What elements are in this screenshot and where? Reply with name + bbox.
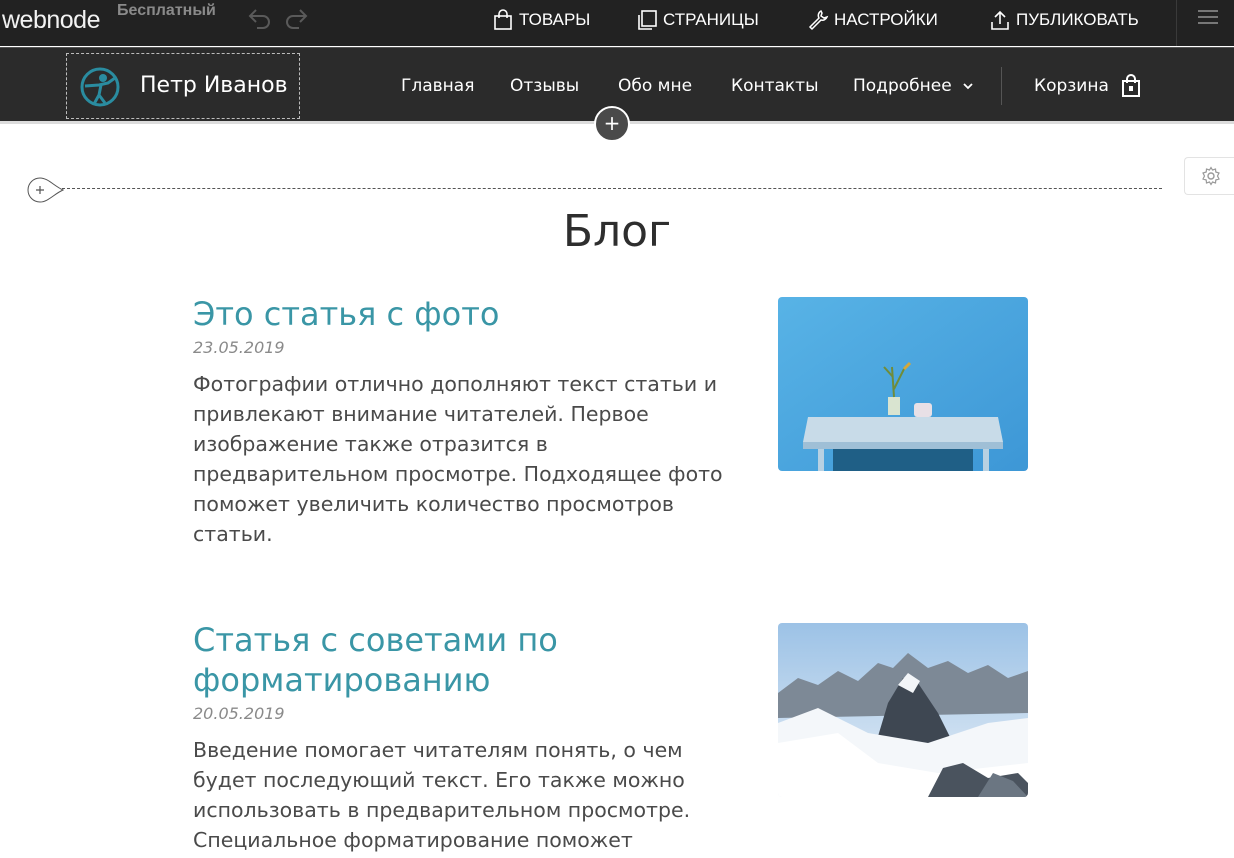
undo-icon[interactable]: [245, 6, 273, 32]
settings-menu-button[interactable]: НАСТРОЙКИ: [807, 0, 938, 40]
nav-item-home[interactable]: Главная: [401, 76, 474, 96]
gear-icon: [1201, 166, 1220, 186]
products-menu-button[interactable]: ТОВАРЫ: [492, 0, 590, 40]
settings-menu-label: НАСТРОЙКИ: [834, 10, 938, 29]
blog-article: Это статья с фото 23.05.2019 Фотографии …: [193, 294, 1028, 549]
section-divider: [62, 188, 1162, 189]
site-title: Петр Иванов: [140, 73, 288, 98]
logo-block[interactable]: Петр Иванов: [66, 53, 300, 119]
pages-icon: [638, 10, 657, 30]
article-excerpt: Введение помогает читателям понять, о че…: [193, 738, 691, 852]
nav-item-reviews[interactable]: Отзывы: [510, 76, 579, 96]
nav-item-more[interactable]: Подробнее: [853, 76, 973, 96]
plan-badge[interactable]: Бесплатный: [117, 2, 216, 20]
publish-label: ПУБЛИКОВАТЬ: [1016, 10, 1139, 29]
nav-item-contacts[interactable]: Контакты: [731, 76, 819, 96]
upload-icon: [991, 10, 1009, 30]
cart-label: Корзина: [1034, 76, 1109, 96]
article-title-link[interactable]: Статья с советами по форматированию: [193, 620, 733, 700]
person-logo-icon: [80, 67, 120, 107]
products-menu-label: ТОВАРЫ: [519, 10, 591, 29]
article-title-link[interactable]: Это статья с фото: [193, 294, 733, 334]
publish-button[interactable]: ПУБЛИКОВАТЬ: [989, 0, 1139, 40]
blog-article: Статья с советами по форматированию 20.0…: [193, 620, 1028, 855]
nav-item-more-label: Подробнее: [853, 76, 952, 96]
add-block-icon[interactable]: [26, 176, 64, 204]
nav-divider: [1001, 67, 1002, 105]
editor-toolbar: webnode Бесплатный ТОВАРЫ СТРАНИЦЫ НАСТР…: [0, 0, 1234, 46]
article-excerpt: Фотографии отлично дополняют текст стать…: [193, 372, 723, 546]
page-title: Блог: [562, 206, 672, 257]
pages-menu-label: СТРАНИЦЫ: [663, 10, 759, 29]
shopping-bag-icon: [1121, 74, 1140, 97]
article-thumbnail-image[interactable]: [778, 623, 1028, 797]
hamburger-menu-icon[interactable]: [1198, 10, 1218, 30]
article-thumbnail-image[interactable]: [778, 297, 1028, 471]
section-settings-button[interactable]: [1184, 157, 1234, 195]
cart-link[interactable]: Корзина: [1034, 74, 1141, 98]
wrench-icon: [808, 9, 829, 31]
redo-icon[interactable]: [283, 6, 311, 32]
webnode-logo[interactable]: webnode: [2, 6, 100, 35]
shopping-bag-icon: [494, 9, 512, 30]
chevron-down-icon: [963, 83, 973, 90]
nav-item-about[interactable]: Обо мне: [618, 76, 692, 96]
pages-menu-button[interactable]: СТРАНИЦЫ: [636, 0, 759, 40]
add-section-button[interactable]: +: [594, 106, 630, 142]
toolbar-divider: [1176, 0, 1177, 46]
